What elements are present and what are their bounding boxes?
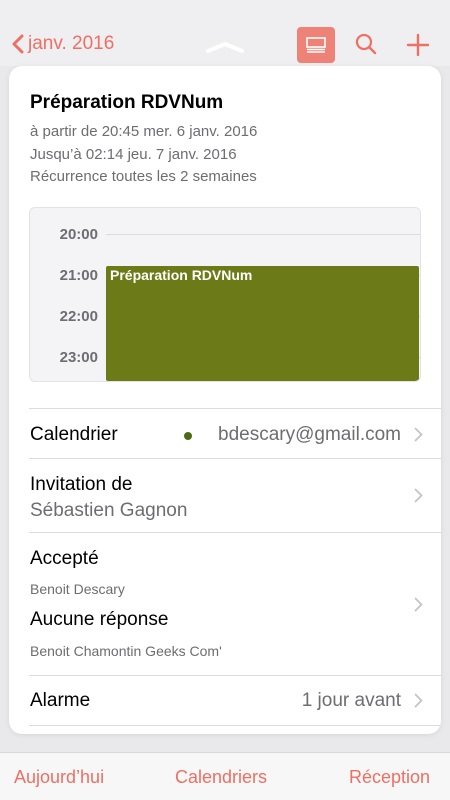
day-timeline: 20:00 21:00 22:00 23:00 Préparation RDVN… (29, 207, 421, 382)
divider (29, 532, 441, 533)
back-label: janv. 2016 (28, 33, 115, 54)
calendar-value: bdescary@gmail.com (218, 424, 401, 445)
tab-calendars[interactable]: Calendriers (175, 767, 267, 788)
hour-label: 23:00 (59, 349, 98, 366)
event-detail-card: Préparation RDVNum à partir de 20:45 mer… (9, 66, 441, 734)
navigation-bar: janv. 2016 (0, 0, 450, 66)
chevron-right-icon (414, 693, 423, 708)
list-view-button[interactable] (297, 27, 335, 63)
chevron-right-icon (414, 597, 423, 612)
accepted-person: Benoit Descary (30, 581, 125, 597)
divider (29, 408, 441, 409)
divider (29, 725, 441, 726)
invitation-value: Sébastien Gagnon (30, 500, 188, 521)
invitation-label: Invitation de (30, 474, 133, 495)
alarm-label: Alarme (30, 690, 91, 711)
event-recurrence: Récurrence toutes les 2 semaines (30, 168, 257, 185)
event-end: Jusqu’à 02:14 jeu. 7 janv. 2016 (30, 146, 237, 163)
event-title: Préparation RDVNum (30, 92, 224, 113)
hour-line (106, 234, 420, 235)
calendar-color-dot (184, 432, 192, 440)
event-block[interactable]: Préparation RDVNum (106, 266, 419, 381)
search-icon[interactable] (355, 33, 377, 55)
list-view-icon (306, 37, 326, 53)
chevron-right-icon (414, 488, 423, 503)
hour-label: 20:00 (59, 226, 98, 243)
chevron-right-icon (414, 427, 423, 442)
divider (29, 458, 441, 459)
accepted-label: Accepté (30, 548, 99, 569)
alarm-value: 1 jour avant (301, 690, 401, 711)
event-start: à partir de 20:45 mer. 6 janv. 2016 (30, 123, 258, 140)
tab-today[interactable]: Aujourd’hui (14, 767, 104, 788)
hour-label: 21:00 (59, 267, 98, 284)
divider (29, 675, 441, 676)
tab-inbox[interactable]: Réception (349, 767, 430, 788)
chevron-left-icon (12, 34, 24, 54)
back-button[interactable]: janv. 2016 (12, 33, 114, 55)
calendar-label: Calendrier (30, 424, 118, 445)
hour-label: 22:00 (59, 308, 98, 325)
tab-bar: Aujourd’hui Calendriers Réception (0, 752, 450, 800)
no-response-label: Aucune réponse (30, 609, 169, 630)
event-block-label: Préparation RDVNum (110, 267, 253, 283)
collapse-handle-icon[interactable] (205, 40, 245, 54)
no-response-person: Benoit Chamontin Geeks Com' (30, 643, 222, 659)
plus-icon[interactable] (406, 33, 430, 57)
